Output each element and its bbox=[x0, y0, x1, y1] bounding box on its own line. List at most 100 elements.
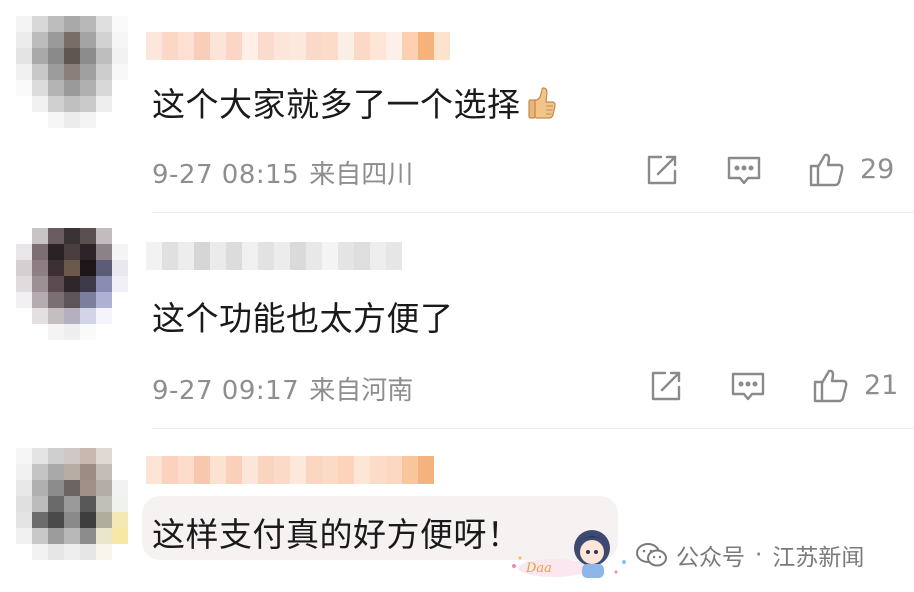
like-button[interactable]: 21 bbox=[812, 366, 898, 404]
avatar-pixel bbox=[96, 496, 112, 512]
avatar-pixel bbox=[96, 464, 112, 480]
avatar-pixel bbox=[32, 64, 48, 80]
avatar-pixel bbox=[80, 112, 96, 128]
avatar-pixel bbox=[64, 496, 80, 512]
username-pixel bbox=[370, 242, 386, 270]
avatar-pixel bbox=[48, 292, 64, 308]
avatar-pixel bbox=[16, 260, 32, 276]
comment-time: 9-27 08:15 bbox=[152, 160, 300, 190]
username[interactable] bbox=[146, 32, 450, 60]
avatar-pixel bbox=[64, 260, 80, 276]
avatar-pixel bbox=[32, 80, 48, 96]
avatar-pixel bbox=[48, 528, 64, 544]
avatar-pixel bbox=[96, 528, 112, 544]
comment-icon bbox=[727, 156, 761, 185]
username-pixel bbox=[386, 32, 402, 60]
avatar-pixel bbox=[64, 228, 80, 244]
reply-button[interactable] bbox=[730, 370, 766, 404]
avatar-pixel bbox=[48, 308, 64, 324]
avatar-pixel bbox=[64, 48, 80, 64]
avatar-pixel bbox=[64, 544, 80, 560]
avatar-pixel bbox=[112, 64, 128, 80]
username-pixel bbox=[306, 242, 322, 270]
username-pixel bbox=[370, 456, 386, 484]
like-button[interactable]: 29 bbox=[808, 150, 894, 188]
avatar-pixel bbox=[48, 64, 64, 80]
username-pixel bbox=[274, 456, 290, 484]
avatar-pixel bbox=[16, 464, 32, 480]
avatar-pixel bbox=[48, 480, 64, 496]
avatar-pixel bbox=[64, 32, 80, 48]
username-pixel bbox=[178, 32, 194, 60]
avatar-pixel bbox=[32, 260, 48, 276]
avatar-pixel bbox=[80, 528, 96, 544]
share-button[interactable] bbox=[644, 152, 680, 188]
username-pixel bbox=[242, 242, 258, 270]
avatar-pixel bbox=[112, 16, 128, 32]
avatar-pixel bbox=[80, 448, 96, 464]
avatar-pixel bbox=[48, 112, 64, 128]
avatar-pixel bbox=[112, 32, 128, 48]
like-count: 21 bbox=[864, 369, 899, 401]
wechat-icon bbox=[636, 543, 667, 567]
username-pixel bbox=[338, 456, 354, 484]
share-icon bbox=[651, 371, 681, 401]
avatar-pixel bbox=[112, 308, 128, 324]
username-pixel bbox=[242, 456, 258, 484]
avatar-pixel bbox=[48, 544, 64, 560]
share-icon bbox=[647, 155, 677, 185]
avatar-pixel bbox=[16, 324, 32, 340]
avatar-pixel bbox=[96, 292, 112, 308]
username-pixel bbox=[290, 32, 306, 60]
watermark: 公众号 · 江苏新闻 bbox=[636, 538, 864, 572]
avatar-pixel bbox=[32, 48, 48, 64]
avatar-pixel bbox=[48, 32, 64, 48]
avatar-pixel bbox=[48, 228, 64, 244]
username-pixel bbox=[322, 32, 338, 60]
reply-button[interactable] bbox=[726, 154, 762, 188]
avatar-pixel bbox=[112, 464, 128, 480]
username[interactable] bbox=[146, 456, 434, 484]
username[interactable] bbox=[146, 242, 402, 270]
avatar[interactable] bbox=[16, 16, 128, 128]
comment-icon bbox=[731, 372, 765, 401]
avatar-pixel bbox=[112, 544, 128, 560]
avatar-pixel bbox=[80, 464, 96, 480]
avatar-pixel bbox=[16, 96, 32, 112]
avatar-pixel bbox=[96, 64, 112, 80]
avatar-pixel bbox=[48, 96, 64, 112]
username-pixel bbox=[386, 456, 402, 484]
avatar-pixel bbox=[80, 480, 96, 496]
username-pixel bbox=[338, 32, 354, 60]
avatar-pixel bbox=[48, 244, 64, 260]
username-pixel bbox=[258, 32, 274, 60]
username-pixel bbox=[194, 456, 210, 484]
avatar-pixel bbox=[32, 32, 48, 48]
avatar-pixel bbox=[64, 276, 80, 292]
avatar[interactable] bbox=[16, 228, 128, 340]
avatar-pixel bbox=[32, 528, 48, 544]
avatar-pixel bbox=[96, 308, 112, 324]
avatar-pixel bbox=[80, 96, 96, 112]
avatar-pixel bbox=[48, 276, 64, 292]
username-pixel bbox=[418, 456, 434, 484]
avatar-pixel bbox=[80, 228, 96, 244]
comment-location: 来自河南 bbox=[309, 376, 414, 406]
sticker-image: Daa bbox=[504, 522, 636, 582]
avatar-pixel bbox=[96, 112, 112, 128]
avatar-pixel bbox=[32, 464, 48, 480]
avatar-pixel bbox=[112, 112, 128, 128]
avatar-pixel bbox=[32, 228, 48, 244]
username-pixel bbox=[402, 32, 418, 60]
username-pixel bbox=[402, 456, 418, 484]
watermark-account: 江苏新闻 bbox=[772, 545, 865, 571]
username-pixel bbox=[162, 456, 178, 484]
share-button[interactable] bbox=[648, 368, 684, 404]
comment-text: 这个功能也太方便了 bbox=[152, 292, 454, 340]
avatar[interactable] bbox=[16, 448, 128, 560]
username-pixel bbox=[226, 456, 242, 484]
username-pixel bbox=[162, 242, 178, 270]
avatar-pixel bbox=[80, 324, 96, 340]
comment-text-body: 这样支付真的好方便呀！ bbox=[152, 515, 521, 554]
username-pixel bbox=[226, 242, 242, 270]
